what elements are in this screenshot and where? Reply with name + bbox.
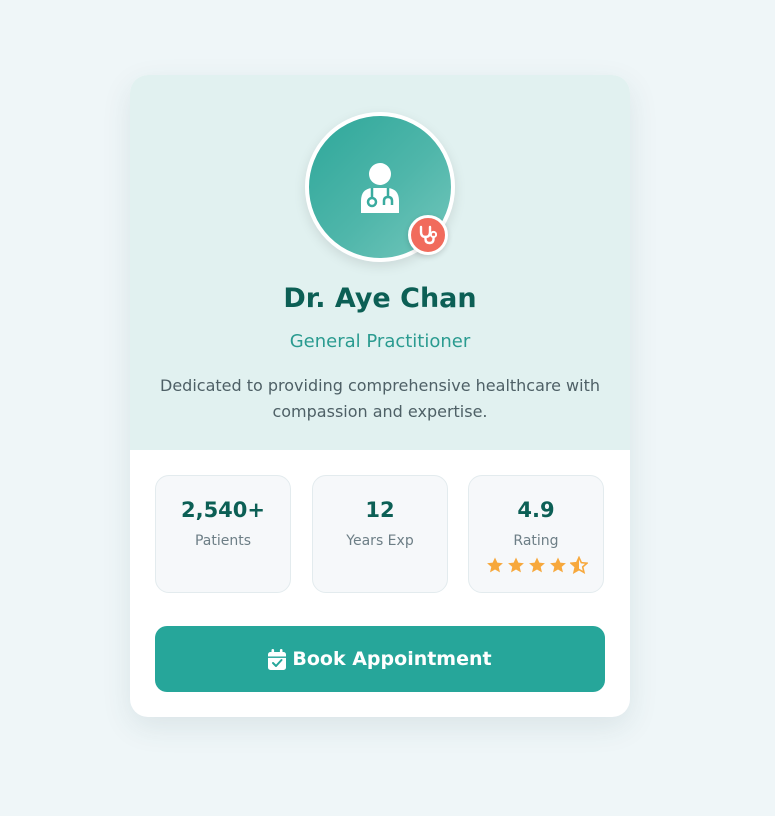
stethoscope-icon <box>419 225 437 245</box>
stat-experience-value: 12 <box>365 498 395 522</box>
rating-stars <box>485 556 589 576</box>
stat-patients: 2,540+ Patients <box>155 475 291 593</box>
stat-rating-label: Rating <box>513 533 559 549</box>
star-full-icon <box>529 557 545 573</box>
calendar-check-icon <box>268 648 287 670</box>
specialty-badge <box>408 215 448 255</box>
avatar-container <box>305 112 455 262</box>
star-full-icon <box>550 557 566 573</box>
doctor-bio: Dedicated to providing comprehensive hea… <box>160 376 600 421</box>
star-full-icon <box>508 557 524 573</box>
stat-patients-label: Patients <box>194 533 252 549</box>
book-appointment-button[interactable]: Book Appointment <box>155 626 605 692</box>
book-appointment-label: Book Appointment <box>292 648 492 670</box>
doctor-user-icon <box>361 163 399 213</box>
star-half-icon <box>570 556 588 574</box>
stat-patients-value: 2,540+ <box>180 498 266 522</box>
stat-rating: 4.9 Rating <box>468 475 604 593</box>
doctor-profile-card: Dr. Aye Chan General Practitioner Dedica… <box>130 75 630 717</box>
stat-experience: 12 Years Exp <box>312 475 448 593</box>
star-full-icon <box>487 557 503 573</box>
stat-rating-value: 4.9 <box>517 498 555 522</box>
stat-experience-label: Years Exp <box>346 533 414 549</box>
doctor-specialty: General Practitioner <box>289 331 471 352</box>
doctor-name: Dr. Aye Chan <box>283 283 477 314</box>
